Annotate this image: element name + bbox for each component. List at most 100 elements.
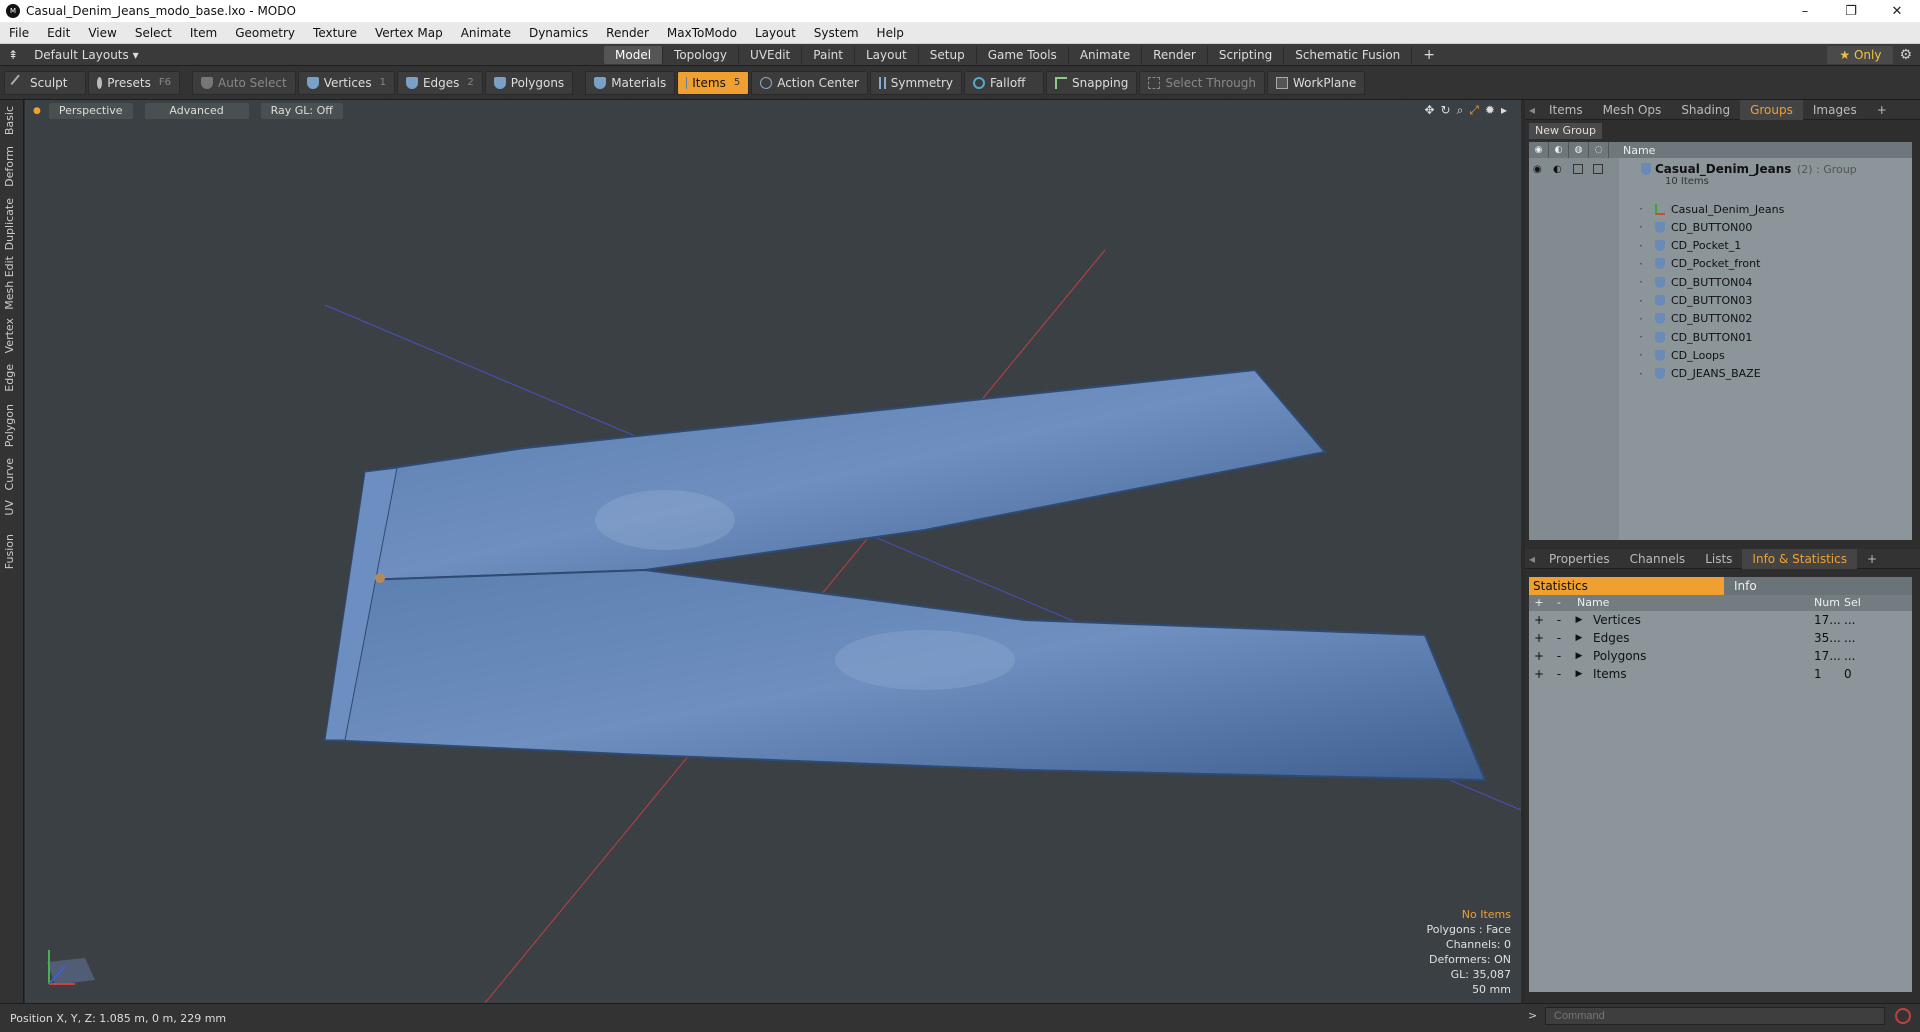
minimize-button[interactable]: – [1782, 0, 1828, 22]
group-item-row[interactable]: · CD_JEANS_BAZE [1529, 365, 1912, 383]
zoom-icon[interactable]: ⌕ [1457, 103, 1464, 118]
command-input[interactable] [1545, 1007, 1885, 1025]
tab-duplicate[interactable]: Duplicate [3, 198, 21, 250]
tab-deform[interactable]: Deform [3, 146, 21, 187]
group-item-row[interactable]: · CD_BUTTON01 [1529, 328, 1912, 346]
remove-icon[interactable]: - [1549, 629, 1569, 647]
menu-texture[interactable]: Texture [304, 22, 366, 44]
group-item-row[interactable]: · CD_BUTTON02 [1529, 310, 1912, 328]
polygons-button[interactable]: Polygons [484, 70, 574, 95]
expand-arrow-icon[interactable]: ▶ [1569, 647, 1589, 665]
tab-setup[interactable]: Setup [919, 46, 977, 64]
tab-render[interactable]: Render [1142, 46, 1208, 64]
add-tab-button[interactable]: + [1412, 46, 1446, 64]
tab-channels[interactable]: Channels [1620, 549, 1696, 569]
sculpt-button[interactable]: Sculpt [4, 70, 86, 95]
tab-animate[interactable]: Animate [1069, 46, 1143, 64]
menu-dynamics[interactable]: Dynamics [520, 22, 597, 44]
tab-items[interactable]: Items [1539, 100, 1593, 120]
menu-edit[interactable]: Edit [38, 22, 79, 44]
add-icon[interactable]: + [1529, 665, 1549, 683]
group-item-row[interactable]: · CD_Pocket_1 [1529, 237, 1912, 255]
remove-column-icon[interactable]: - [1549, 595, 1569, 611]
group-item-row[interactable]: · Casual_Denim_Jeans [1529, 200, 1912, 218]
stat-row[interactable]: + - ▶ Polygons 17...... [1529, 647, 1912, 665]
fit-icon[interactable]: ⤢ [1469, 103, 1479, 118]
expand-arrow-icon[interactable]: ▶ [1569, 665, 1589, 683]
new-group-button[interactable]: New Group [1529, 123, 1602, 139]
add-panel-tab-button[interactable]: + [1867, 100, 1897, 120]
tab-layout[interactable]: Layout [855, 46, 919, 64]
tab-paint[interactable]: Paint [802, 46, 855, 64]
remove-icon[interactable]: - [1549, 665, 1569, 683]
layout-arrow-icon[interactable]: ⇞ [8, 48, 18, 62]
statistics-tab[interactable]: Statistics [1529, 577, 1724, 595]
tab-curve[interactable]: Curve [3, 458, 21, 490]
materials-button[interactable]: Materials [585, 70, 676, 95]
add-column-icon[interactable]: + [1529, 595, 1549, 611]
workplane-button[interactable]: WorkPlane [1266, 70, 1366, 95]
tab-topology[interactable]: Topology [663, 46, 740, 64]
add-icon[interactable]: + [1529, 629, 1549, 647]
rotate-icon[interactable]: ↻ [1441, 103, 1451, 118]
record-icon[interactable] [1895, 1008, 1911, 1024]
edges-button[interactable]: Edges 2 [396, 70, 483, 95]
panel-menu-icon[interactable]: ◂ [1525, 103, 1539, 117]
render-column-icon[interactable]: ◐ [1549, 142, 1569, 158]
tab-polygon[interactable]: Polygon [3, 404, 21, 447]
lock-column-icon[interactable]: ◍ [1569, 142, 1589, 158]
action-center-button[interactable]: Action Center [751, 70, 868, 95]
add-icon[interactable]: + [1529, 647, 1549, 665]
panel-menu-icon[interactable]: ◂ [1525, 552, 1539, 566]
group-select-box[interactable] [1593, 164, 1603, 174]
symmetry-button[interactable]: Symmetry [870, 70, 962, 95]
add-panel-tab-button[interactable]: + [1857, 549, 1887, 569]
tab-vertex[interactable]: Vertex [3, 318, 21, 353]
tab-properties[interactable]: Properties [1539, 549, 1620, 569]
tab-lists[interactable]: Lists [1695, 549, 1742, 569]
tab-uvedit[interactable]: UVEdit [739, 46, 803, 64]
tab-uv[interactable]: UV [3, 500, 21, 516]
menu-maxtomodo[interactable]: MaxToModo [658, 22, 746, 44]
menu-item[interactable]: Item [181, 22, 226, 44]
viewport-menu-icon[interactable]: ● [33, 106, 41, 116]
group-item-row[interactable]: · CD_BUTTON03 [1529, 292, 1912, 310]
tab-model[interactable]: Model [604, 46, 664, 64]
select-through-button[interactable]: Select Through [1139, 70, 1265, 95]
scene-canvas[interactable] [25, 100, 1521, 1003]
items-button[interactable]: Items 5 [677, 70, 750, 95]
tab-schematic-fusion[interactable]: Schematic Fusion [1284, 46, 1413, 64]
perspective-button[interactable]: Perspective [48, 103, 133, 119]
menu-layout[interactable]: Layout [746, 22, 805, 44]
group-visibility-icon[interactable]: ◉ [1533, 164, 1542, 175]
tab-shading[interactable]: Shading [1671, 100, 1740, 120]
eye-column-icon[interactable]: ◉ [1529, 142, 1549, 158]
vertices-button[interactable]: Vertices 1 [297, 70, 395, 95]
auto-select-button[interactable]: Auto Select [192, 70, 296, 95]
group-lock-box[interactable] [1573, 164, 1583, 174]
menu-geometry[interactable]: Geometry [226, 22, 304, 44]
maximize-button[interactable]: ❐ [1828, 0, 1874, 22]
info-tab[interactable]: Info [1724, 577, 1912, 595]
settings-icon[interactable]: ✹ [1485, 103, 1495, 118]
tab-images[interactable]: Images [1803, 100, 1867, 120]
menu-animate[interactable]: Animate [452, 22, 520, 44]
menu-file[interactable]: File [0, 22, 38, 44]
group-row[interactable]: ◉ ◐ Casual_Denim_Jeans (2) : Group [1529, 160, 1912, 178]
menu-render[interactable]: Render [597, 22, 658, 44]
add-icon[interactable]: + [1529, 611, 1549, 629]
group-item-row[interactable]: · CD_Loops [1529, 346, 1912, 364]
stat-row[interactable]: + - ▶ Vertices 17...... [1529, 611, 1912, 629]
layouts-dropdown[interactable]: Default Layouts ▾ [34, 48, 139, 62]
stat-row[interactable]: + - ▶ Items 1 0 [1529, 665, 1912, 683]
only-toggle[interactable]: ★ Only [1827, 46, 1894, 64]
stat-row[interactable]: + - ▶ Edges 35...... [1529, 629, 1912, 647]
3d-viewport[interactable]: ● Perspective Advanced Ray GL: Off ✥ ↻ ⌕… [25, 100, 1521, 1003]
falloff-button[interactable]: Falloff [964, 70, 1044, 95]
tab-scripting[interactable]: Scripting [1208, 46, 1285, 64]
menu-vertex-map[interactable]: Vertex Map [366, 22, 452, 44]
tab-game-tools[interactable]: Game Tools [977, 46, 1069, 64]
menu-system[interactable]: System [805, 22, 868, 44]
menu-view[interactable]: View [79, 22, 125, 44]
tab-basic[interactable]: Basic [3, 106, 21, 135]
